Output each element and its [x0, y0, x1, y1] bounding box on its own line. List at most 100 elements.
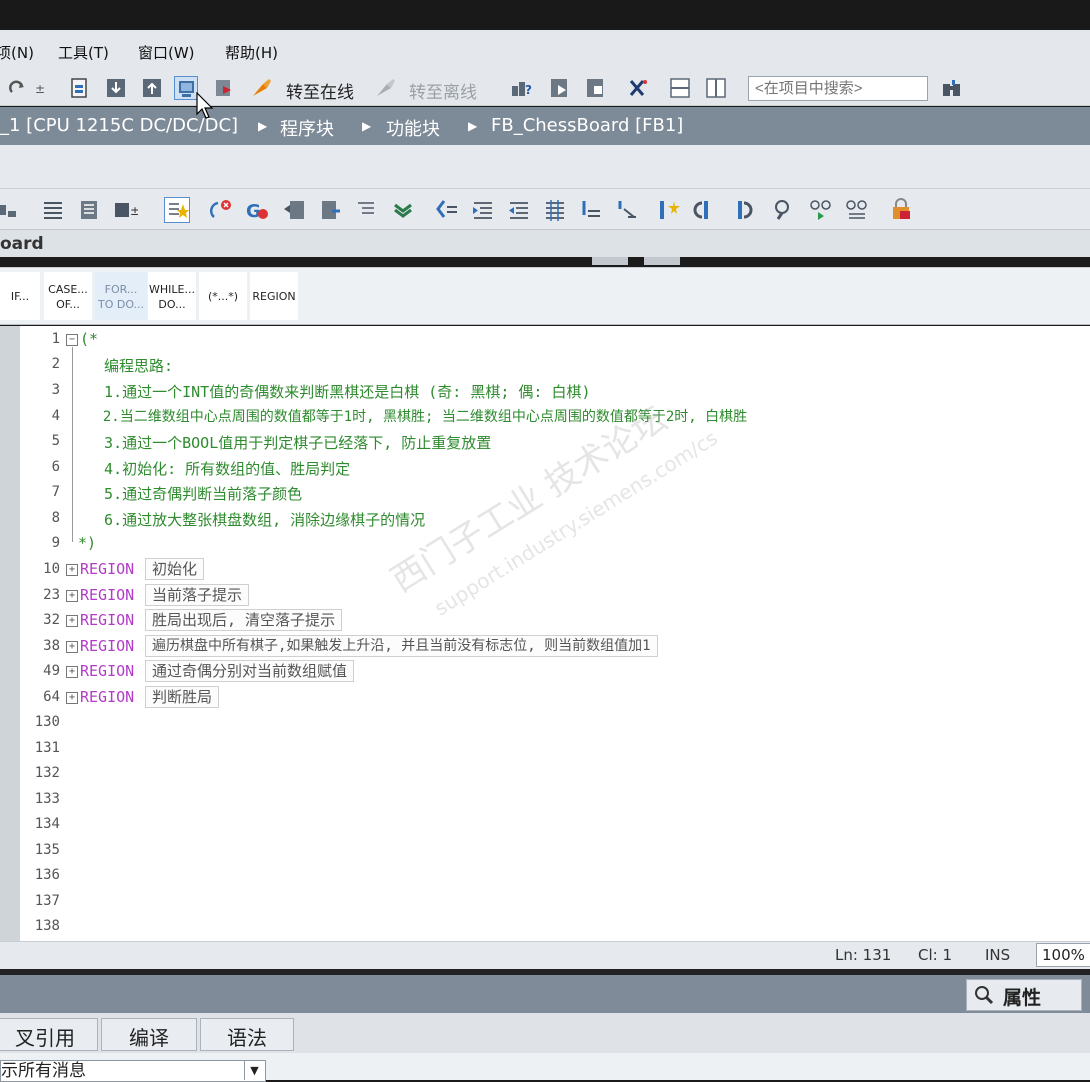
instruction-bar: IF... CASE... OF... FOR... TO DO... WHILE.…: [0, 267, 1090, 325]
expand-icon[interactable]: +: [66, 641, 78, 653]
region-assign-by-parity[interactable]: 通过奇偶分别对当前数组赋值: [145, 660, 355, 682]
toolbar2-button-17[interactable]: [614, 197, 640, 223]
breadcrumb-block[interactable]: FB_ChessBoard [FB1]: [491, 115, 683, 136]
start-cpu-button[interactable]: [548, 76, 572, 100]
instr-if[interactable]: IF...: [0, 272, 40, 320]
tab-syntax[interactable]: 语法: [200, 1018, 294, 1051]
code-line[interactable]: 编程思路:: [86, 355, 173, 376]
region-keyword[interactable]: REGION: [80, 560, 134, 578]
toolbar2-button-15[interactable]: [542, 197, 568, 223]
expand-icon[interactable]: +: [66, 666, 78, 678]
simulation-button[interactable]: [174, 76, 198, 100]
breadcrumb-function-blocks[interactable]: 功能块: [386, 115, 440, 141]
toolbar2-button-24[interactable]: [888, 197, 914, 223]
stop-simulation-button[interactable]: [212, 76, 236, 100]
breadcrumb-program-blocks[interactable]: 程序块: [280, 115, 334, 141]
go-offline-icon: [377, 79, 395, 96]
instr-while[interactable]: WHILE... DO...: [148, 272, 196, 320]
redo-button[interactable]: [6, 76, 30, 100]
stop-cpu-button[interactable]: [584, 76, 608, 100]
menu-item-options[interactable]: 项(N): [0, 42, 34, 63]
code-line[interactable]: *): [78, 534, 96, 552]
expand-icon[interactable]: +: [66, 692, 78, 704]
code-line[interactable]: (*: [80, 330, 98, 348]
go-offline-button[interactable]: 转至离线: [409, 78, 477, 103]
toolbar2-button-3[interactable]: [76, 197, 102, 223]
go-online-icon: [253, 79, 271, 96]
chevron-down-icon[interactable]: ▼: [244, 1061, 264, 1080]
split-horizontal-button[interactable]: [668, 76, 692, 100]
breadcrumb-separator-icon: ▶: [258, 119, 268, 133]
menu-item-window[interactable]: 窗口(W): [138, 42, 195, 63]
breadcrumb-separator-icon: ▶: [468, 119, 478, 133]
region-initialize[interactable]: 初始化: [145, 558, 205, 580]
line-number: 4: [51, 408, 60, 424]
region-current-move-hint[interactable]: 当前落子提示: [145, 584, 250, 606]
go-online-button[interactable]: 转至在线: [286, 78, 354, 103]
go-online-icon-button[interactable]: [250, 76, 274, 100]
region-keyword[interactable]: REGION: [80, 688, 134, 706]
region-keyword[interactable]: REGION: [80, 662, 134, 680]
toolbar2-button-12[interactable]: [434, 197, 460, 223]
code-line[interactable]: 3.通过一个BOOL值用于判定棋子已经落下, 防止重复放置: [86, 432, 491, 453]
expand-icon[interactable]: +: [66, 615, 78, 627]
code-line[interactable]: 6.通过放大整张棋盘数组, 消除边缘棋子的情况: [86, 509, 425, 530]
toolbar2-button-22[interactable]: [808, 197, 834, 223]
toolbar2-button-6[interactable]: [208, 197, 234, 223]
redo-dropdown-button[interactable]: ±: [32, 76, 48, 100]
upload-from-device-button[interactable]: [140, 76, 164, 100]
message-filter-select[interactable]: 示所有消息: [0, 1060, 266, 1082]
toolbar2-button-7[interactable]: G: [244, 197, 270, 223]
expand-icon[interactable]: +: [66, 564, 78, 576]
toolbar2-button-2[interactable]: [40, 197, 66, 223]
toolbar2-button-23[interactable]: [844, 197, 870, 223]
split-vertical-button[interactable]: [704, 76, 728, 100]
region-keyword[interactable]: REGION: [80, 586, 134, 604]
code-line[interactable]: 5.通过奇偶判断当前落子颜色: [86, 483, 302, 504]
search-project-button[interactable]: [940, 76, 964, 100]
splitter-handle-down[interactable]: [644, 257, 680, 265]
region-judge-win[interactable]: 判断胜局: [145, 686, 220, 708]
toolbar2-button-16[interactable]: [578, 197, 604, 223]
toolbar2-button-14[interactable]: [506, 197, 532, 223]
toolbar2-button-18[interactable]: [656, 197, 682, 223]
toolbar2-button-10[interactable]: [354, 197, 380, 223]
editor-status-bar: Ln: 131 Cl: 1 INS: [0, 941, 1090, 969]
region-clear-after-win[interactable]: 胜局出现后, 清空落子提示: [145, 609, 343, 631]
region-keyword[interactable]: REGION: [80, 637, 134, 655]
code-line[interactable]: 4.初始化: 所有数组的值、胜局判定: [86, 458, 350, 479]
toolbar2-button-5[interactable]: [164, 197, 190, 223]
region-traverse-board[interactable]: 遍历棋盘中所有棋子,如果触发上升沿, 并且当前没有标志位, 则当前数组值加1: [145, 635, 658, 657]
collapse-icon[interactable]: −: [66, 334, 78, 346]
zoom-select[interactable]: 100%: [1036, 943, 1090, 967]
expand-icon[interactable]: +: [66, 590, 78, 602]
menu-item-help[interactable]: 帮助(H): [225, 42, 278, 63]
project-search-input[interactable]: [748, 76, 928, 101]
tab-compile[interactable]: 编译: [101, 1018, 197, 1051]
region-keyword[interactable]: REGION: [80, 611, 134, 629]
toolbar2-button-20[interactable]: [728, 197, 754, 223]
splitter-handle-up[interactable]: [592, 257, 628, 265]
go-offline-icon-button[interactable]: [374, 76, 398, 100]
download-to-device-button[interactable]: [104, 76, 128, 100]
toolbar2-button-13[interactable]: [470, 197, 496, 223]
toolbar2-button-8[interactable]: [282, 197, 308, 223]
toolbar2-button-4[interactable]: ±: [112, 197, 140, 223]
line-number: 2: [51, 356, 60, 372]
toolbar2-button-11[interactable]: [390, 197, 416, 223]
toolbar2-button-21[interactable]: [772, 197, 798, 223]
cross-reference-button[interactable]: [626, 76, 650, 100]
toolbar2-button-9[interactable]: [318, 197, 344, 223]
print-button[interactable]: [68, 76, 92, 100]
instr-for[interactable]: FOR... TO DO...: [95, 272, 147, 320]
instr-region[interactable]: REGION: [250, 272, 298, 320]
code-line[interactable]: 2.当二维数组中心点周围的数值都等于1时, 黑棋胜; 当二维数组中心点周围的数值…: [86, 406, 747, 426]
code-line[interactable]: 1.通过一个INT值的奇偶数来判断黑棋还是白棋 (奇: 黑棋; 偶: 白棋): [86, 381, 590, 402]
instr-case[interactable]: CASE... OF...: [44, 272, 92, 320]
menu-item-tools[interactable]: 工具(T): [58, 42, 109, 63]
tab-cross-reference[interactable]: 叉引用: [0, 1018, 98, 1051]
instr-comment[interactable]: (*...*): [199, 272, 247, 320]
toolbar2-button-1[interactable]: [0, 197, 20, 223]
toolbar2-button-19[interactable]: [692, 197, 718, 223]
accessible-devices-button[interactable]: ?: [510, 76, 534, 100]
